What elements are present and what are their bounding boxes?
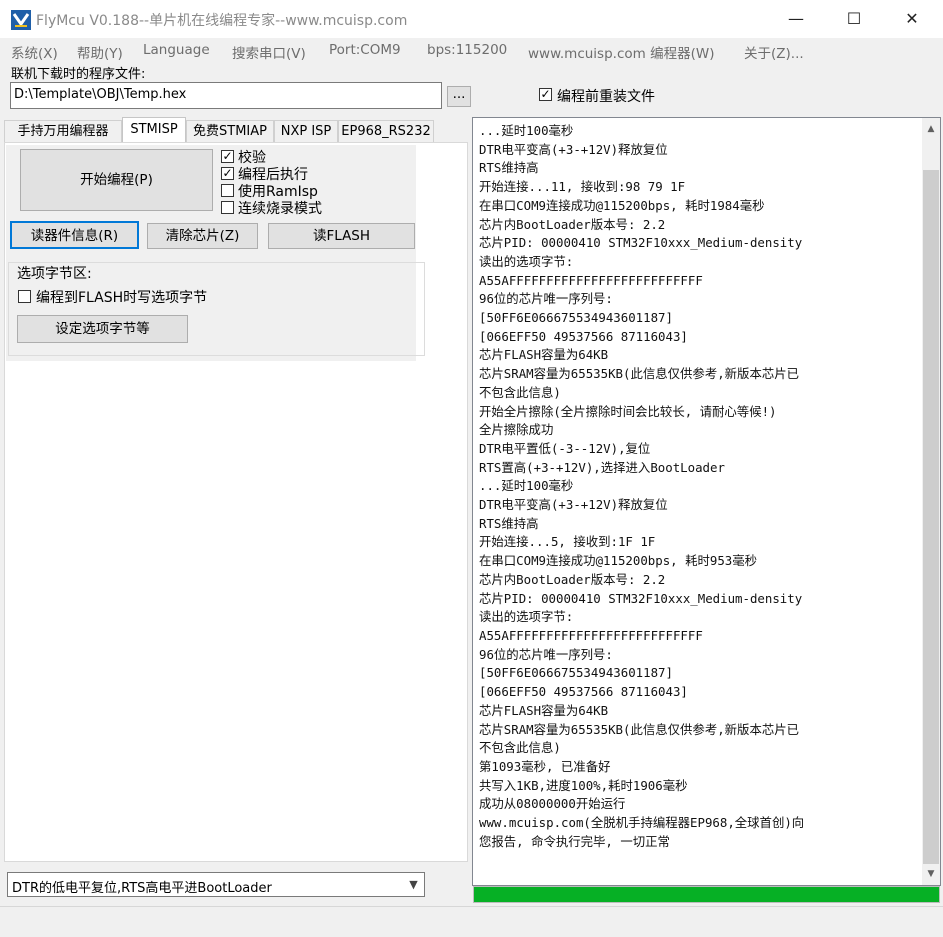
log-line: ...延时100毫秒	[479, 478, 574, 494]
log-line: 开始连接...5, 接收到:1F 1F	[479, 534, 656, 550]
log-line: 芯片PID: 00000410 STM32F10xxx_Medium-densi…	[479, 235, 803, 251]
write-option-bytes-checkbox[interactable]	[18, 290, 31, 303]
log-line: 不包含此信息)	[479, 384, 561, 400]
tab-stmiap[interactable]: 免费STMIAP	[186, 120, 274, 142]
minimize-button[interactable]: —	[767, 0, 825, 38]
progress-fill	[474, 887, 939, 902]
log-line: DTR电平变高(+3-+12V)释放复位	[479, 497, 668, 513]
log-line: [50FF6E066675534943601187]	[479, 310, 673, 326]
set-option-bytes-button[interactable]: 设定选项字节等	[17, 315, 188, 343]
tab-ep968[interactable]: EP968_RS232	[338, 120, 434, 142]
log-line: 96位的芯片唯一序列号:	[479, 646, 613, 662]
log-line: 芯片FLASH容量为64KB	[479, 702, 609, 718]
read-device-info-button[interactable]: 读器件信息(R)	[10, 221, 139, 249]
menu-about[interactable]: 关于(Z)...	[744, 42, 804, 62]
menu-system[interactable]: 系统(X)	[11, 42, 58, 62]
menu-language[interactable]: Language	[143, 42, 210, 58]
browse-button[interactable]: ...	[447, 86, 471, 107]
reload-file-checkbox[interactable]: ✓	[539, 88, 552, 101]
log-line: 96位的芯片唯一序列号:	[479, 291, 613, 307]
log-line: 第1093毫秒, 已准备好	[479, 758, 611, 774]
log-line: DTR电平置低(-3--12V),复位	[479, 440, 651, 456]
write-option-bytes-label: 编程到FLASH时写选项字节	[36, 290, 208, 306]
log-line: 全片擦除成功	[479, 422, 554, 438]
run-after-program-checkbox[interactable]: ✓	[221, 167, 234, 180]
log-line: ...延时100毫秒	[479, 123, 574, 138]
close-button[interactable]: ✕	[883, 0, 941, 38]
continuous-mode-label: 连续烧录模式	[238, 201, 322, 217]
log-line: 芯片SRAM容量为65535KB(此信息仅供参考,新版本芯片已	[479, 721, 800, 737]
log-scrollbar[interactable]: ▲ ▼	[922, 118, 940, 885]
status-bar	[0, 906, 943, 937]
verify-checkbox[interactable]: ✓	[221, 150, 234, 163]
log-line: RTS置高(+3-+12V),选择进入BootLoader	[479, 459, 725, 475]
menu-search-port[interactable]: 搜索串口(V)	[232, 42, 306, 62]
log-line: www.mcuisp.com(全脱机手持编程器EP968,全球首创)向	[479, 815, 805, 831]
chevron-down-icon[interactable]: ▼	[403, 873, 424, 896]
log-line: 共写入1KB,进度100%,耗时1906毫秒	[479, 777, 688, 793]
reload-file-label: 编程前重装文件	[557, 89, 655, 105]
tab-stmisp[interactable]: STMISP	[122, 117, 186, 143]
use-ramisp-checkbox[interactable]	[221, 184, 234, 197]
log-lines: ...延时100毫秒 DTR电平变高(+3-+12V)释放复位 RTS维持高 开始连接…	[479, 122, 919, 851]
log-line: A55AFFFFFFFFFFFFFFFFFFFFFFFFFF	[479, 272, 703, 288]
scroll-down-icon[interactable]: ▼	[922, 865, 940, 883]
log-line: 在串口COM9连接成功@115200bps, 耗时1984毫秒	[479, 197, 765, 213]
log-line: [50FF6E066675534943601187]	[479, 665, 673, 681]
menu-port[interactable]: Port:COM9	[329, 42, 401, 58]
maximize-button[interactable]: ☐	[825, 0, 883, 38]
scroll-up-icon[interactable]: ▲	[922, 120, 940, 138]
scroll-thumb[interactable]	[923, 170, 939, 864]
log-line: 成功从08000000开始运行	[479, 796, 626, 812]
log-line: 芯片内BootLoader版本号: 2.2	[479, 216, 666, 232]
log-line: 芯片PID: 00000410 STM32F10xxx_Medium-densi…	[479, 590, 803, 606]
log-line: [066EFF50 49537566 87116043]	[479, 328, 688, 344]
program-file-input[interactable]: D:\Template\OBJ\Temp.hex	[10, 82, 442, 109]
log-line: 读出的选项字节:	[479, 253, 574, 269]
program-file-label: 联机下载时的程序文件:	[11, 67, 146, 82]
window-title: FlyMcu V0.188--单片机在线编程专家--www.mcuisp.com	[36, 13, 408, 29]
read-flash-button[interactable]: 读FLASH	[268, 223, 415, 249]
log-line: 您报告, 命令执行完毕, 一切正常	[479, 833, 670, 849]
erase-chip-button[interactable]: 清除芯片(Z)	[147, 223, 258, 249]
option-byte-group-label: 选项字节区:	[15, 263, 94, 283]
log-line: 芯片FLASH容量为64KB	[479, 347, 609, 363]
log-line: 不包含此信息)	[479, 740, 561, 756]
log-line: RTS维持高	[479, 515, 539, 531]
log-line: 芯片SRAM容量为65535KB(此信息仅供参考,新版本芯片已	[479, 366, 800, 382]
log-line: 开始全片擦除(全片擦除时间会比较长, 请耐心等候!)	[479, 403, 777, 419]
log-line: 开始连接...11, 接收到:98 79 1F	[479, 179, 686, 195]
tab-handheld-programmer[interactable]: 手持万用编程器	[4, 120, 122, 142]
log-line: A55AFFFFFFFFFFFFFFFFFFFFFFFFFF	[479, 627, 703, 643]
start-programming-button[interactable]: 开始编程(P)	[20, 149, 213, 211]
reset-mode-value: DTR的低电平复位,RTS高电平进BootLoader	[12, 881, 272, 896]
log-line: 芯片内BootLoader版本号: 2.2	[479, 571, 666, 587]
reset-mode-select[interactable]: DTR的低电平复位,RTS高电平进BootLoader	[7, 872, 425, 897]
menu-bar: 系统(X) 帮助(Y) Language 搜索串口(V) Port:COM9 b…	[0, 38, 943, 62]
menu-programmer[interactable]: www.mcuisp.com 编程器(W)	[528, 42, 714, 62]
log-line: [066EFF50 49537566 87116043]	[479, 684, 688, 700]
title-bar[interactable]: FlyMcu V0.188--单片机在线编程专家--www.mcuisp.com…	[0, 0, 943, 38]
log-output[interactable]: ...延时100毫秒 DTR电平变高(+3-+12V)释放复位 RTS维持高 开始连接…	[472, 117, 941, 886]
tab-nxp-isp[interactable]: NXP ISP	[274, 120, 338, 142]
log-line: 读出的选项字节:	[479, 609, 574, 625]
log-line: RTS维持高	[479, 160, 539, 176]
menu-baud[interactable]: bps:115200	[427, 42, 507, 58]
menu-help[interactable]: 帮助(Y)	[77, 42, 123, 62]
log-line: 在串口COM9连接成功@115200bps, 耗时953毫秒	[479, 553, 758, 569]
progress-bar	[473, 886, 940, 903]
continuous-mode-checkbox[interactable]	[221, 201, 234, 214]
log-line: DTR电平变高(+3-+12V)释放复位	[479, 141, 668, 157]
app-logo-icon	[11, 10, 31, 30]
